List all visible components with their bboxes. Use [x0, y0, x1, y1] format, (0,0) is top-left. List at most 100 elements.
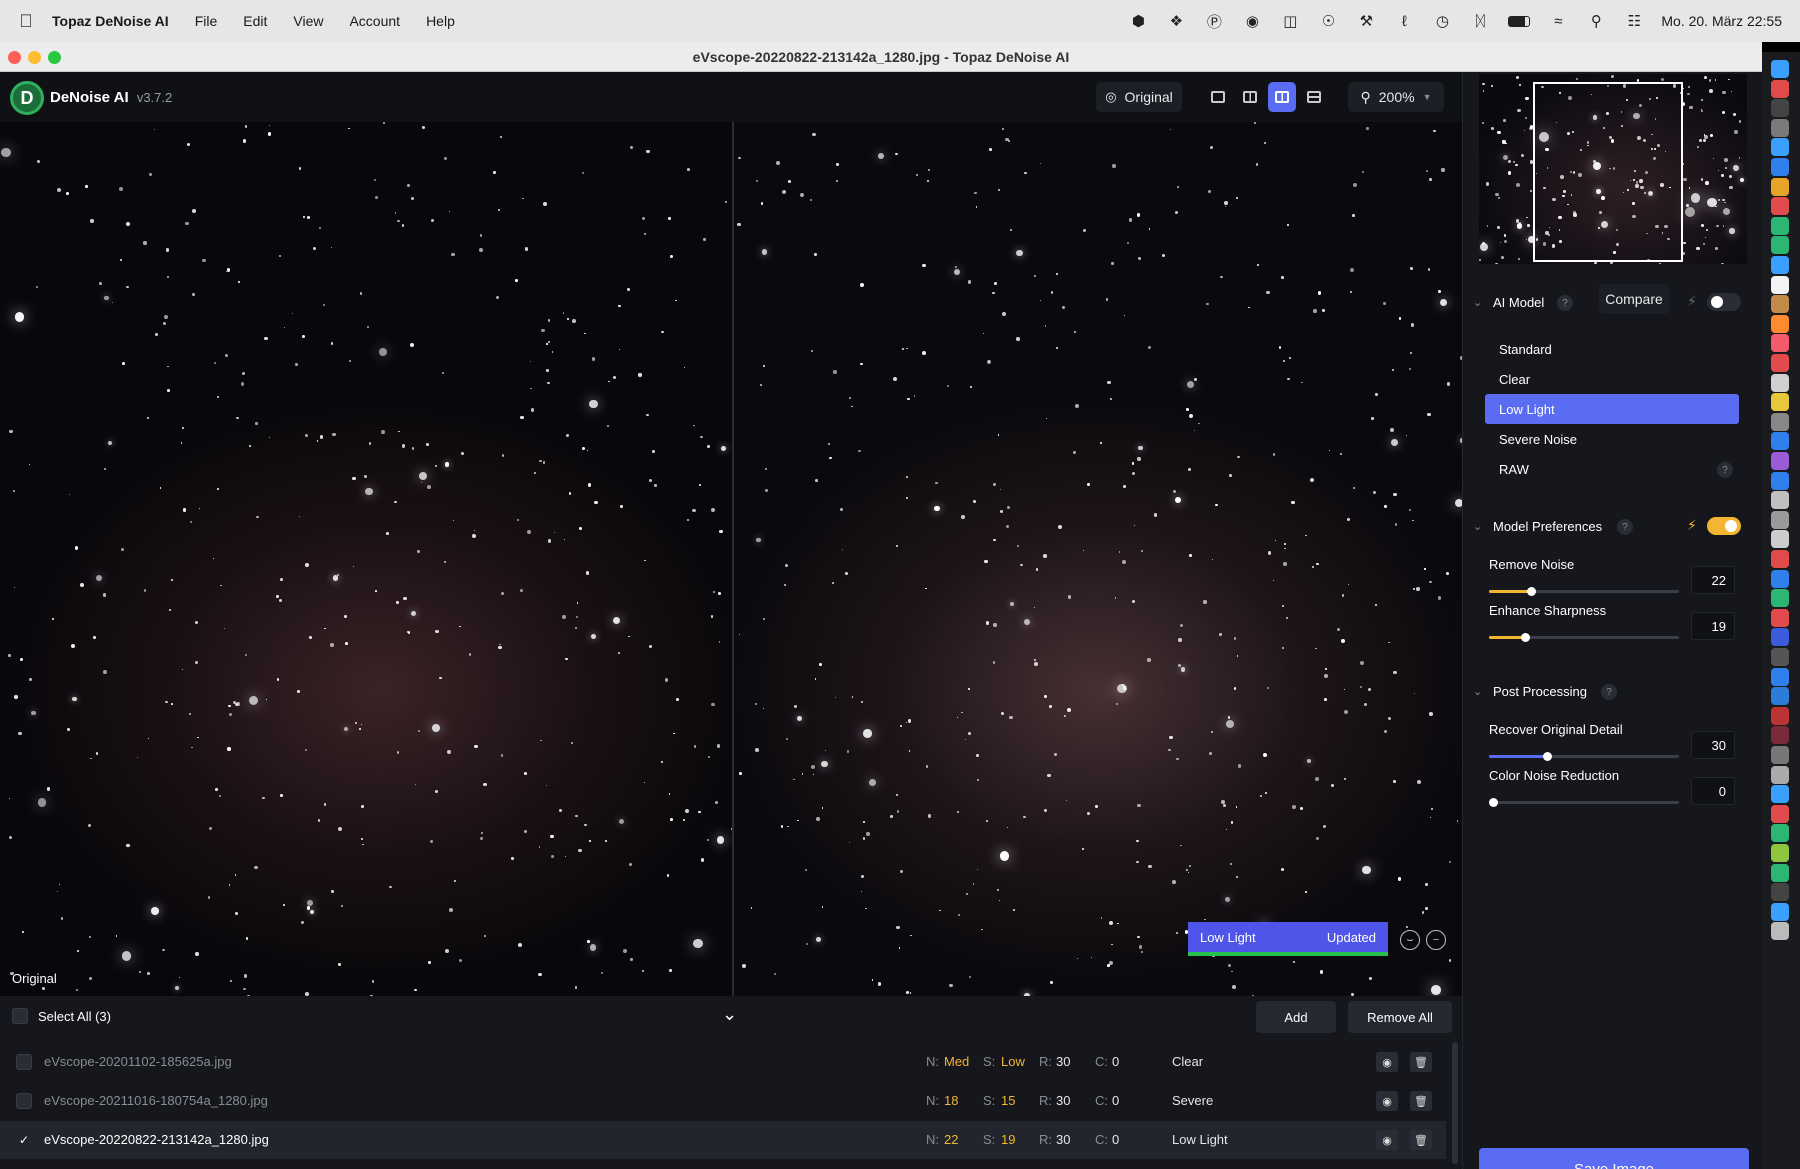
dock-app-icon[interactable] — [1771, 412, 1789, 431]
color-noise-input[interactable]: 0 — [1691, 777, 1735, 805]
model-severe-noise[interactable]: Severe Noise — [1485, 424, 1739, 454]
zoom-dropdown[interactable]: ⚲ 200% ▼ — [1348, 82, 1444, 112]
table-row[interactable]: ✓ eVscope-20220822-213142a_1280.jpg N: 2… — [0, 1121, 1446, 1159]
dock-app-icon[interactable] — [1771, 785, 1789, 804]
dock-app-icon[interactable] — [1771, 863, 1789, 882]
dock-app-icon[interactable] — [1771, 746, 1789, 764]
file-list-scrollbar[interactable] — [1452, 1042, 1458, 1164]
dock-app-icon[interactable] — [1771, 765, 1789, 784]
preview-eye-icon[interactable]: ◉ — [1376, 1052, 1398, 1072]
menu-edit[interactable]: Edit — [243, 13, 267, 29]
dock-app-icon[interactable] — [1771, 569, 1789, 588]
image-preview[interactable]: Original — [0, 122, 1462, 996]
1password-icon[interactable]: ☉ — [1317, 10, 1339, 32]
time-machine-icon[interactable]: ◷ — [1431, 10, 1453, 32]
dock-app-icon[interactable] — [1771, 99, 1789, 118]
auto-prefs-toggle[interactable] — [1707, 517, 1741, 535]
dock-app-icon[interactable] — [1771, 628, 1789, 647]
row-checkbox[interactable] — [16, 1093, 32, 1109]
remove-all-button[interactable]: Remove All — [1348, 1001, 1452, 1033]
dropbox-icon[interactable]: ❖ — [1165, 10, 1187, 32]
select-all-label[interactable]: Select All (3) — [38, 1009, 111, 1024]
dock-app-icon[interactable] — [1771, 373, 1789, 392]
battery-icon[interactable] — [1507, 10, 1531, 32]
dock-app-icon[interactable] — [1771, 844, 1789, 862]
color-noise-slider[interactable] — [1489, 798, 1679, 807]
dock-app-icon[interactable] — [1771, 648, 1789, 666]
original-image-pane[interactable]: Original — [0, 122, 732, 996]
dock-app-icon[interactable] — [1771, 471, 1789, 490]
menu-view[interactable]: View — [293, 13, 323, 29]
row-checkbox-checked[interactable]: ✓ — [16, 1132, 32, 1148]
dock-app-icon[interactable] — [1771, 197, 1789, 216]
side-by-side-view-button[interactable] — [1268, 82, 1296, 112]
dock-app-icon[interactable] — [1771, 295, 1789, 314]
enhance-sharpness-input[interactable]: 19 — [1691, 612, 1735, 640]
remove-noise-input[interactable]: 22 — [1691, 566, 1735, 594]
table-row[interactable]: eVscope-20201102-185625a.jpg N: Med S: L… — [0, 1043, 1446, 1081]
model-standard[interactable]: Standard — [1485, 334, 1739, 364]
split-view-button[interactable] — [1236, 82, 1264, 112]
dock-app-icon[interactable] — [1771, 922, 1789, 941]
dock-app-icon[interactable] — [1771, 804, 1789, 823]
dock-app-icon[interactable] — [1771, 530, 1789, 549]
sidebar-icon[interactable]: ◫ — [1279, 10, 1301, 32]
recover-detail-slider[interactable] — [1489, 752, 1679, 761]
apple-menu-icon[interactable]:  — [0, 11, 52, 32]
dock-app-icon[interactable] — [1771, 275, 1789, 294]
compare-button[interactable]: Compare — [1599, 284, 1669, 314]
post-processing-chevron-icon[interactable]: ⌄ — [1473, 685, 1482, 698]
dock-app-icon[interactable] — [1771, 314, 1789, 333]
add-button[interactable]: Add — [1256, 1001, 1336, 1033]
dock-app-icon[interactable] — [1771, 491, 1789, 510]
enhance-sharpness-slider[interactable] — [1489, 633, 1679, 642]
dock-app-icon[interactable] — [1771, 589, 1789, 608]
menu-file[interactable]: File — [195, 13, 218, 29]
dock-app-icon[interactable] — [1771, 687, 1789, 706]
dock-app-icon[interactable] — [1771, 118, 1789, 137]
happy-face-icon[interactable]: ⌣ — [1400, 930, 1420, 950]
sign-icon[interactable]: ℓ — [1393, 10, 1415, 32]
row-checkbox[interactable] — [16, 1054, 32, 1070]
menu-account[interactable]: Account — [349, 13, 400, 29]
raw-help-icon[interactable]: ? — [1717, 462, 1733, 478]
delete-trash-icon[interactable]: 🗑 — [1410, 1091, 1432, 1111]
dock-app-icon[interactable] — [1771, 510, 1789, 529]
control-center-icon[interactable]: ☷ — [1623, 10, 1645, 32]
dock-app-icon[interactable] — [1771, 550, 1789, 568]
dock-app-icon[interactable] — [1771, 60, 1789, 78]
menu-app-name[interactable]: Topaz DeNoise AI — [52, 13, 169, 29]
dock-app-icon[interactable] — [1771, 393, 1789, 412]
delete-trash-icon[interactable]: 🗑 — [1410, 1052, 1432, 1072]
menu-help[interactable]: Help — [426, 13, 455, 29]
model-clear[interactable]: Clear — [1485, 364, 1739, 394]
copilot-icon[interactable]: ◉ — [1241, 10, 1263, 32]
slider-handle[interactable] — [1521, 633, 1530, 642]
dock-app-icon[interactable] — [1771, 216, 1789, 235]
wifi-icon[interactable]: ≈ — [1547, 10, 1569, 32]
save-image-button[interactable]: Save Image — [1479, 1148, 1749, 1169]
select-all-checkbox[interactable] — [12, 1008, 28, 1024]
preview-eye-icon[interactable]: ◉ — [1376, 1130, 1398, 1150]
dock-app-icon[interactable] — [1771, 608, 1789, 627]
dock-app-icon[interactable] — [1771, 138, 1789, 157]
dock-app-icon[interactable] — [1771, 354, 1789, 372]
dock-app-icon[interactable] — [1771, 432, 1789, 451]
dock-app-icon[interactable] — [1771, 334, 1789, 353]
dock-app-icon[interactable] — [1771, 158, 1789, 176]
ai-model-help-icon[interactable]: ? — [1557, 295, 1573, 311]
collapse-chevron-icon[interactable]: ⌄ — [722, 1004, 737, 1025]
menu-clock[interactable]: Mo. 20. März 22:55 — [1661, 13, 1782, 29]
model-prefs-chevron-icon[interactable]: ⌄ — [1473, 520, 1482, 533]
dock-app-icon[interactable] — [1771, 79, 1789, 98]
dock-app-icon[interactable] — [1771, 824, 1789, 843]
processed-image-pane[interactable] — [734, 122, 1462, 996]
bluetooth-icon[interactable]: ᛞ — [1469, 10, 1491, 32]
spotlight-icon[interactable]: ⚲ — [1585, 10, 1607, 32]
dock-app-icon[interactable] — [1771, 706, 1789, 725]
slider-handle[interactable] — [1489, 798, 1498, 807]
dock-app-icon[interactable] — [1771, 256, 1789, 274]
table-row[interactable]: eVscope-20211016-180754a_1280.jpg N: 18 … — [0, 1082, 1446, 1120]
dock-app-icon[interactable] — [1771, 902, 1789, 921]
model-low-light[interactable]: Low Light — [1485, 394, 1739, 424]
